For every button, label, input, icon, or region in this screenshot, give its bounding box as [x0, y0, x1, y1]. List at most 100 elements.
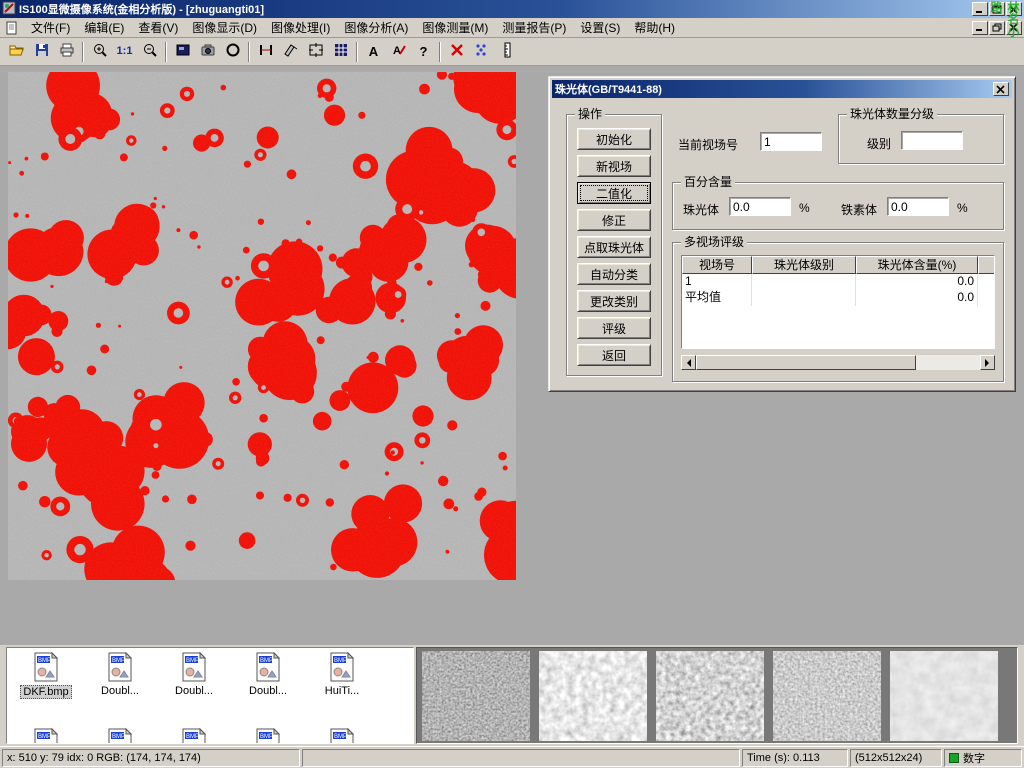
toolbar-ruler-button[interactable] — [494, 40, 519, 64]
toolbar-zoom-out-button[interactable] — [137, 40, 162, 64]
child-minimize-button[interactable] — [972, 21, 988, 35]
table-horizontal-scrollbar[interactable] — [681, 355, 995, 370]
child-restore-button[interactable] — [989, 21, 1005, 35]
return-button[interactable]: 返回 — [577, 344, 651, 366]
ruler-icon — [499, 42, 515, 61]
toolbar-grid-button[interactable] — [328, 40, 353, 64]
file-name[interactable]: HuiTi... — [323, 685, 361, 697]
grade-button[interactable]: 评级 — [577, 317, 651, 339]
menu-image-measure[interactable]: 图像测量(M) — [415, 17, 495, 38]
file-item[interactable]: BMP — [159, 728, 229, 744]
thumbnail-5[interactable] — [890, 651, 998, 741]
pick-pearlite-button[interactable]: 点取珠光体 — [577, 236, 651, 258]
menu-image-analysis[interactable]: 图像分析(A) — [337, 17, 415, 38]
pearlite-percent-input[interactable] — [729, 197, 791, 216]
file-name[interactable]: Doubl... — [247, 685, 289, 697]
menu-settings[interactable]: 设置(S) — [573, 17, 627, 38]
dialog-title-bar[interactable]: 珠光体(GB/T9441-88) — [552, 80, 1012, 98]
pearlite-label: 珠光体 — [683, 201, 719, 218]
dialog-close-button[interactable] — [993, 82, 1009, 96]
column-header-pearlite-content[interactable]: 珠光体含量(%) — [856, 256, 978, 274]
bmp-file-icon: BMP — [33, 671, 59, 685]
close-button[interactable] — [1006, 2, 1022, 16]
change-class-button[interactable]: 更改类别 — [577, 290, 651, 312]
file-item[interactable]: BMP — [85, 728, 155, 744]
aperture-icon — [225, 42, 241, 61]
child-close-button[interactable] — [1006, 21, 1022, 35]
minimize-button[interactable] — [972, 2, 988, 16]
toolbar-save-button[interactable] — [29, 40, 54, 64]
menu-file[interactable]: 文件(F) — [24, 17, 77, 38]
multifield-table[interactable]: 视场号珠光体级别珠光体含量(%)铁素体 10.0 平均值0.0 — [681, 255, 995, 349]
toolbar-separator — [82, 42, 84, 62]
file-item[interactable]: BMP Doubl... — [85, 652, 155, 700]
metallographic-image[interactable] — [8, 72, 516, 580]
svg-text:BMP: BMP — [260, 734, 273, 740]
new-field-button[interactable]: 新视场 — [577, 155, 651, 177]
column-header-pearlite-grade[interactable]: 珠光体级别 — [752, 256, 856, 274]
toolbar-print-button[interactable] — [54, 40, 79, 64]
toolbar-text-button[interactable]: A — [361, 40, 386, 64]
scroll-left-button[interactable] — [681, 355, 696, 370]
table-row[interactable]: 平均值0.0 — [682, 290, 995, 306]
toolbar-aperture-button[interactable] — [220, 40, 245, 64]
toolbar-actual-size-button[interactable]: 1:1 — [112, 40, 137, 64]
thumbnail-3[interactable] — [656, 651, 764, 741]
toolbar-delete-button[interactable] — [444, 40, 469, 64]
scroll-right-button[interactable] — [980, 355, 995, 370]
ferrite-percent-input[interactable] — [887, 197, 949, 216]
print-icon — [59, 42, 75, 61]
toolbar: 1:1 A A ? — [0, 38, 1024, 66]
binarize-button[interactable]: 二值化 — [577, 182, 651, 204]
toolbar-camera-button[interactable] — [195, 40, 220, 64]
correct-button[interactable]: 修正 — [577, 209, 651, 231]
toolbar-help-button[interactable]: ? — [411, 40, 436, 64]
file-item[interactable]: BMP — [307, 728, 377, 744]
menu-view[interactable]: 查看(V) — [131, 17, 185, 38]
thumbnail-2[interactable] — [539, 651, 647, 741]
maximize-button[interactable] — [989, 2, 1005, 16]
toolbar-caliper-button[interactable] — [253, 40, 278, 64]
menu-image-processing[interactable]: 图像处理(I) — [264, 17, 337, 38]
pearlite-dialog[interactable]: 珠光体(GB/T9441-88) 操作 初始化 新视场 二值化 修正 点取珠光体… — [548, 76, 1016, 392]
child-window-icon — [5, 21, 21, 35]
initialize-button[interactable]: 初始化 — [577, 128, 651, 150]
open-icon — [9, 42, 25, 61]
file-item[interactable]: BMP — [233, 728, 303, 744]
menu-image-display[interactable]: 图像显示(D) — [185, 17, 264, 38]
current-field-input[interactable] — [760, 132, 822, 151]
auto-classify-button[interactable]: 自动分类 — [577, 263, 651, 285]
file-item[interactable]: BMP Doubl... — [233, 652, 303, 700]
title-bar[interactable]: IS100显微摄像系统(金相分析版) - [zhuguangti01] — [0, 0, 1024, 18]
toolbar-annotate-button[interactable]: A — [386, 40, 411, 64]
menu-help[interactable]: 帮助(H) — [627, 17, 682, 38]
file-item[interactable]: BMP — [11, 728, 81, 744]
app-icon — [2, 1, 16, 18]
file-item[interactable]: BMP Doubl... — [159, 652, 229, 700]
grade-level-input[interactable] — [901, 131, 963, 150]
file-name[interactable]: Doubl... — [173, 685, 215, 697]
toolbar-field-frame-button[interactable] — [303, 40, 328, 64]
toolbar-open-button[interactable] — [4, 40, 29, 64]
column-header-field[interactable]: 视场号 — [682, 256, 752, 274]
toolbar-measure-button[interactable] — [278, 40, 303, 64]
file-name[interactable]: Doubl... — [99, 685, 141, 697]
menu-measure-report[interactable]: 测量报告(P) — [495, 17, 573, 38]
thumbnail-4[interactable] — [773, 651, 881, 741]
scrollbar-track[interactable] — [696, 355, 980, 370]
file-name[interactable]: DKF.bmp — [20, 685, 71, 699]
scrollbar-thumb[interactable] — [696, 355, 916, 370]
file-item[interactable]: BMP HuiTi... — [307, 652, 377, 700]
table-row[interactable]: 10.0 — [682, 274, 995, 290]
toolbar-snapshot-button[interactable] — [170, 40, 195, 64]
current-field-label: 当前视场号 — [678, 136, 738, 153]
file-item[interactable]: BMP DKF.bmp — [11, 652, 81, 702]
column-header-ferrite[interactable]: 铁素体 — [978, 256, 995, 274]
operation-group-label: 操作 — [575, 107, 605, 121]
file-browser[interactable]: BMP DKF.bmp BMP Doubl... BMP Doubl... BM… — [6, 647, 414, 744]
grading-group: 珠光体数量分级 级别 — [838, 114, 1004, 164]
menu-edit[interactable]: 编辑(E) — [77, 17, 131, 38]
thumbnail-1[interactable] — [422, 651, 530, 741]
toolbar-points-button[interactable] — [469, 40, 494, 64]
toolbar-zoom-in-button[interactable] — [87, 40, 112, 64]
